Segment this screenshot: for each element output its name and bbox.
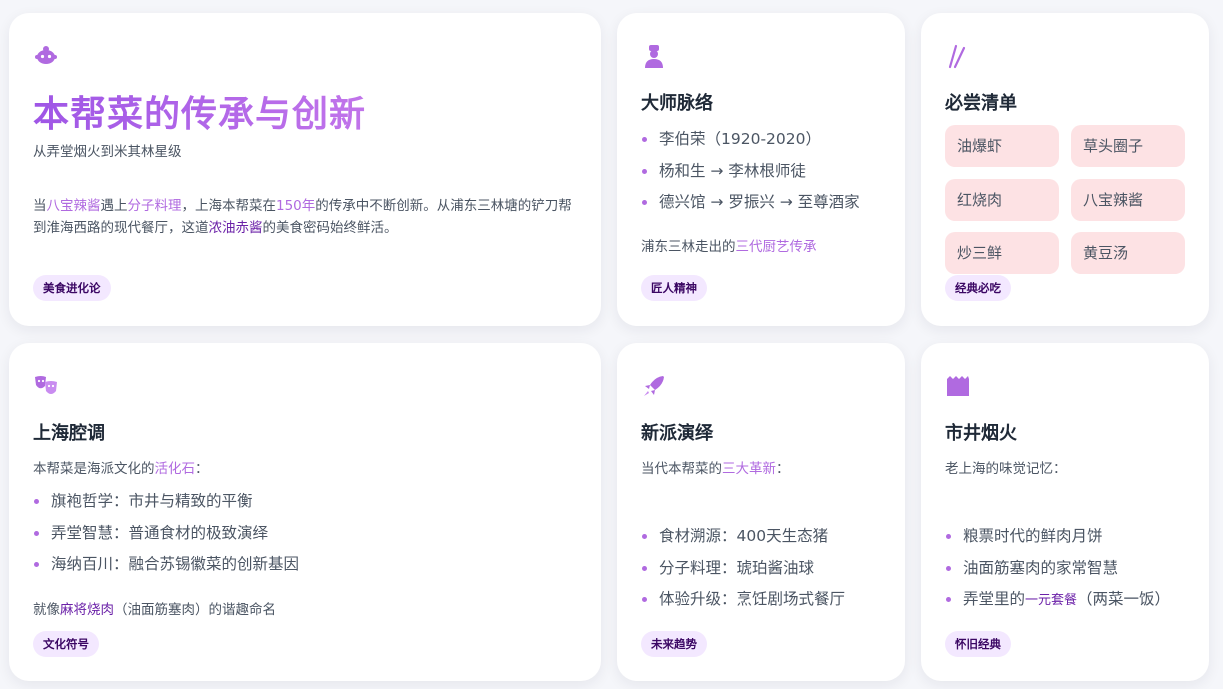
body-text-segment: ，上海本帮菜在 — [181, 198, 277, 214]
dish-chip: 红烧肉 — [945, 179, 1059, 221]
dialect-note: 就像麻将烧肉（油面筋塞肉）的谐趣命名 — [33, 598, 276, 618]
dialect-intro: 本帮菜是海派文化的活化石： — [33, 457, 209, 477]
list-item-text: 油面筋塞肉的家常智慧 — [963, 558, 1119, 577]
note-text: 就像 — [33, 602, 60, 618]
street-life-card: 市井烟火 老上海的味觉记忆： 粮票时代的鲜肉月饼 油面筋塞肉的家常智慧 弄堂里的… — [921, 343, 1209, 681]
list-item: 分子料理：琥珀酱油球 — [641, 557, 845, 589]
list-item: 油面筋塞肉的家常智慧 — [945, 557, 1170, 589]
tag-badge: 文化符号 — [33, 631, 99, 657]
chopsticks-icon — [945, 43, 971, 69]
dialect-list: 旗袍哲学：市井与精致的平衡 弄堂智慧：普通食材的极致演绎 海纳百川：融合苏锡徽菜… — [33, 490, 299, 585]
tag-badge: 怀旧经典 — [945, 631, 1011, 657]
mask-icon — [33, 43, 59, 69]
highlight-text: 三代厨艺传承 — [735, 239, 817, 255]
page-title: 本帮菜的传承与创新 — [33, 85, 366, 137]
highlight-text: 活化石 — [154, 461, 196, 477]
highlight-text: 八宝辣酱 — [46, 198, 101, 214]
highlight-text: 分子料理 — [127, 198, 182, 214]
list-item: 体验升级：烹饪剧场式餐厅 — [641, 588, 845, 620]
card-title: 必尝清单 — [945, 93, 1017, 114]
tag-badge: 未来趋势 — [641, 631, 707, 657]
intro-text: ： — [776, 461, 790, 477]
list-item: 弄堂里的一元套餐（两菜一饭） — [945, 588, 1170, 620]
list-item-text: 弄堂里的 — [963, 590, 1026, 608]
theater-masks-icon — [33, 373, 59, 399]
hero-body: 当八宝辣酱遇上分子料理，上海本帮菜在150年的传承中不断创新。从浦东三林塘的铲刀… — [33, 195, 578, 239]
list-item: 旗袍哲学：市井与精致的平衡 — [33, 490, 299, 522]
dish-chip: 油爆虾 — [945, 125, 1059, 167]
card-title: 上海腔调 — [33, 423, 105, 444]
highlight-text: 150年 — [276, 198, 316, 214]
card-title: 新派演绎 — [641, 423, 713, 444]
list-item: 杨和生 → 李林根师徒 — [641, 160, 860, 192]
card-title: 市井烟火 — [945, 423, 1017, 444]
hero-subtitle: 从弄堂烟火到米其林星级 — [33, 144, 182, 160]
dish-chip: 八宝辣酱 — [1071, 179, 1185, 221]
list-item-text: （两菜一饭） — [1077, 590, 1171, 608]
list-item: 海纳百川：融合苏锡徽菜的创新基因 — [33, 553, 299, 585]
highlight-text: 麻将烧肉 — [60, 602, 114, 618]
dish-chip: 黄豆汤 — [1071, 232, 1185, 274]
intro-text: 当代本帮菜的 — [641, 461, 722, 477]
masters-card: 大师脉络 李伯荣（1920-2020） 杨和生 → 李林根师徒 德兴馆 → 罗振… — [617, 13, 905, 326]
list-item-text: 粮票时代的鲜肉月饼 — [963, 527, 1103, 545]
highlight-text: 三大革新 — [722, 461, 776, 477]
masters-list: 李伯荣（1920-2020） 杨和生 → 李林根师徒 德兴馆 → 罗振兴 → 至… — [641, 128, 860, 223]
tag-badge: 美食进化论 — [33, 275, 111, 301]
body-text-segment: 的美食密码始终鲜活。 — [262, 220, 398, 236]
rocket-icon — [641, 373, 667, 399]
dish-chip: 草头圈子 — [1071, 125, 1185, 167]
tag-badge: 匠人精神 — [641, 275, 707, 301]
dish-chip: 炒三鲜 — [945, 232, 1059, 274]
new-school-intro: 当代本帮菜的三大革新： — [641, 457, 790, 477]
list-item: 德兴馆 → 罗振兴 → 至尊酒家 — [641, 191, 860, 223]
chef-icon — [641, 43, 667, 69]
highlight-text: 一元套餐 — [1025, 593, 1078, 608]
list-item: 粮票时代的鲜肉月饼 — [945, 525, 1170, 557]
note-text: 浦东三林走出的 — [641, 239, 736, 255]
tag-badge: 经典必吃 — [945, 275, 1011, 301]
list-item: 弄堂智慧：普通食材的极致演绎 — [33, 522, 299, 554]
intro-text: 本帮菜是海派文化的 — [33, 461, 155, 477]
dialect-card: 上海腔调 本帮菜是海派文化的活化石： 旗袍哲学：市井与精致的平衡 弄堂智慧：普通… — [9, 343, 601, 681]
intro-text: ： — [195, 461, 209, 477]
masters-note: 浦东三林走出的三代厨艺传承 — [641, 235, 817, 255]
card-title: 大师脉络 — [641, 93, 713, 114]
hero-card: 本帮菜的传承与创新 从弄堂烟火到米其林星级 当八宝辣酱遇上分子料理，上海本帮菜在… — [9, 13, 601, 326]
list-item: 食材溯源：400天生态猪 — [641, 525, 845, 557]
body-text-segment: 当 — [33, 198, 47, 214]
must-try-card: 必尝清单 油爆虾 草头圈子 红烧肉 八宝辣酱 炒三鲜 黄豆汤 经典必吃 — [921, 13, 1209, 326]
note-text: （油面筋塞肉）的谐趣命名 — [114, 602, 276, 618]
storefront-icon — [945, 373, 971, 399]
new-school-card: 新派演绎 当代本帮菜的三大革新： 食材溯源：400天生态猪 分子料理：琥珀酱油球… — [617, 343, 905, 681]
highlight-text: 浓油赤酱 — [208, 220, 263, 236]
street-life-list: 粮票时代的鲜肉月饼 油面筋塞肉的家常智慧 弄堂里的一元套餐（两菜一饭） — [945, 525, 1170, 620]
street-life-intro: 老上海的味觉记忆： — [945, 461, 1067, 477]
list-item: 李伯荣（1920-2020） — [641, 128, 860, 160]
body-text-segment: 遇上 — [100, 198, 128, 214]
new-school-list: 食材溯源：400天生态猪 分子料理：琥珀酱油球 体验升级：烹饪剧场式餐厅 — [641, 525, 845, 620]
